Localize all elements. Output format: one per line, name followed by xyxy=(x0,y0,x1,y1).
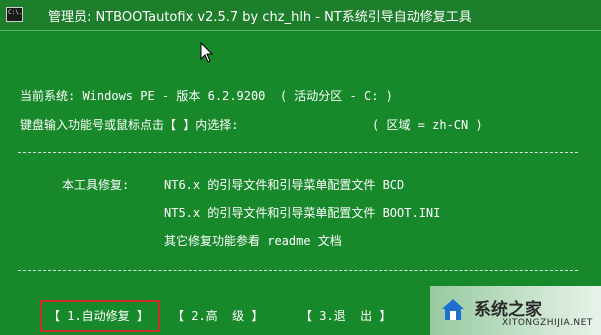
selection-prompt: 键盘输入功能号或鼠标点击【 】内选择: xyxy=(20,118,239,132)
info-nt5-line: NT5.x 的引导文件和引导菜单配置文件 BOOT.INI xyxy=(164,206,441,220)
console-icon: C:\. xyxy=(6,7,23,22)
watermark-url: XITONGZHIJIA.NET xyxy=(502,318,593,328)
window-title: 管理员: NTBOOTautofix v2.5.7 by chz_hlh - N… xyxy=(48,10,472,25)
separator-top xyxy=(18,152,578,153)
exit-button[interactable]: 【 3.退 出 】 xyxy=(300,306,391,326)
current-system-line: 当前系统: Windows PE - 版本 6.2.9200 ( 活动分区 - … xyxy=(20,89,393,103)
info-nt6-line: NT6.x 的引导文件和引导菜单配置文件 BCD xyxy=(164,178,405,192)
title-bar[interactable]: C:\. 管理员: NTBOOTautofix v2.5.7 by chz_hl… xyxy=(0,0,601,31)
mouse-pointer-icon xyxy=(200,42,214,63)
separator-bottom xyxy=(18,270,578,271)
console-window: C:\. 管理员: NTBOOTautofix v2.5.7 by chz_hl… xyxy=(0,0,601,335)
info-readme-line: 其它修复功能参看 readme 文档 xyxy=(164,234,342,248)
region-info: ( 区域 = zh-CN ) xyxy=(372,118,483,132)
house-logo-icon xyxy=(442,299,464,320)
advanced-button[interactable]: 【 2.高 级 】 xyxy=(172,306,263,326)
watermark-banner: 系统之家 XITONGZHIJIA.NET xyxy=(430,286,601,335)
info-label: 本工具修复: xyxy=(62,178,130,192)
console-icon-label: C:\. xyxy=(8,9,23,16)
watermark-text: 系统之家 xyxy=(474,300,542,320)
auto-repair-button[interactable]: 【 1.自动修复 】 xyxy=(40,300,160,332)
